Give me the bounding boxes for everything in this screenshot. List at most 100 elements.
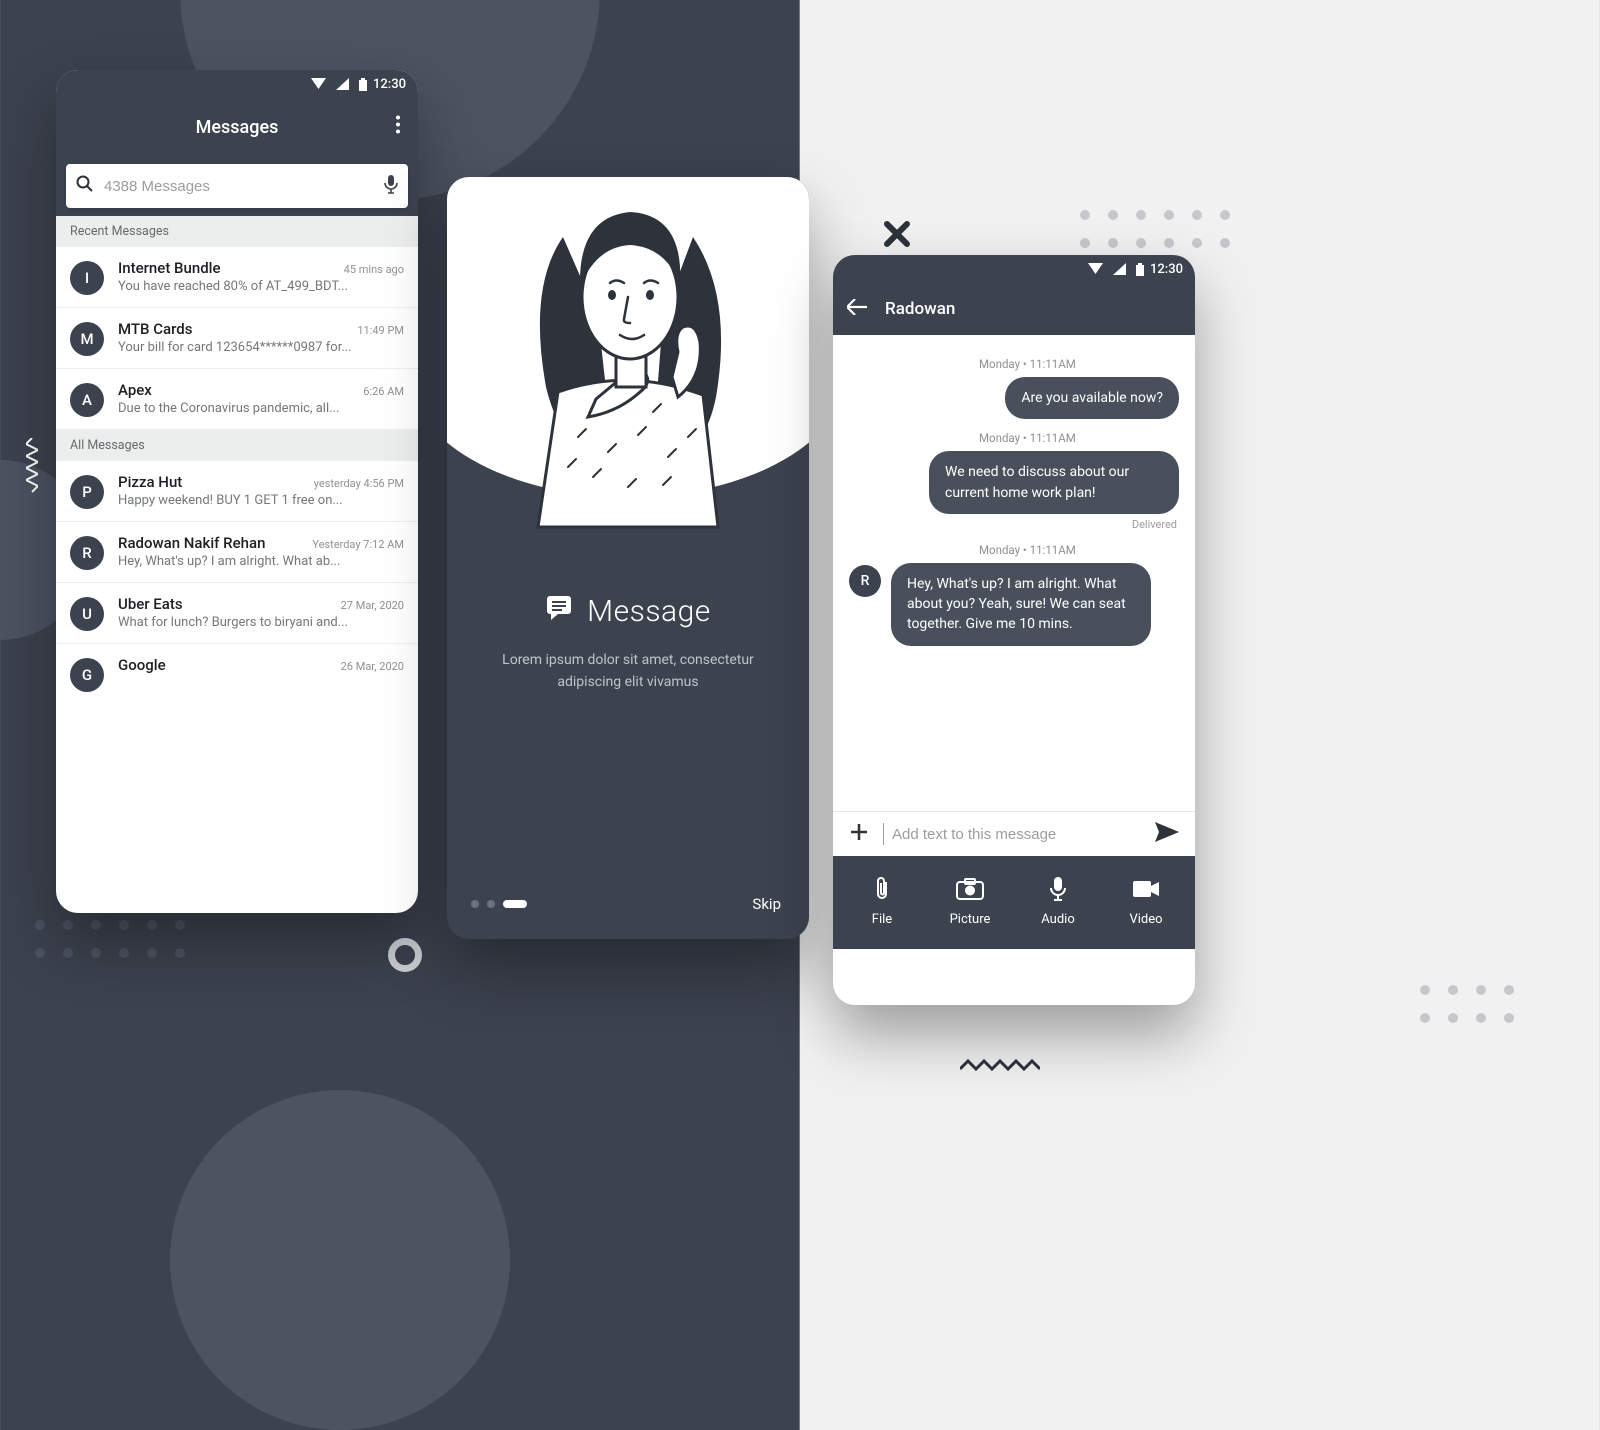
search-input[interactable] (104, 178, 374, 195)
onboarding-text: Message Lorem ipsum dolor sit amet, cons… (447, 593, 809, 694)
message-row[interactable]: U Uber Eats27 Mar, 2020 What for lunch? … (56, 583, 418, 644)
sender-name: Apex (118, 381, 152, 399)
sender-name: Internet Bundle (118, 259, 221, 277)
sender-name: MTB Cards (118, 320, 192, 338)
list-header: Messages (56, 98, 418, 156)
message-row[interactable]: R Radowan Nakif Rehan Yesterday 7:12 AM H… (56, 522, 418, 583)
timestamp: Monday • 11:11AM (849, 543, 1179, 557)
message-time: 27 Mar, 2020 (341, 599, 404, 612)
deco-dots-dark (35, 920, 185, 958)
all-section-label: All Messages (56, 430, 418, 461)
wifi-icon (1084, 262, 1103, 277)
message-time: 6:26 AM (363, 385, 404, 398)
sender-name: Pizza Hut (118, 473, 182, 491)
onboarding-subtitle: Lorem ipsum dolor sit amet, consectetur … (483, 649, 773, 694)
search-icon (76, 175, 94, 197)
send-button[interactable] (1155, 822, 1179, 846)
deco-cross-icon (883, 220, 911, 252)
message-row[interactable]: G Google 26 Mar, 2020 (56, 644, 418, 704)
conversation-screen: 12:30 Radowan Monday • 11:11AM Are you a… (833, 255, 1195, 1005)
add-attachment-button[interactable] (849, 822, 869, 846)
chat-contact-name: Radowan (885, 299, 955, 319)
skip-button[interactable]: Skip (748, 889, 785, 919)
compose-input[interactable] (883, 823, 1141, 845)
message-preview: Due to the Coronavirus pandemic, all... (118, 401, 404, 416)
message-row[interactable]: M MTB Cards 11:49 PM Your bill for card 1… (56, 308, 418, 369)
battery-icon (355, 77, 367, 92)
paperclip-icon (873, 876, 891, 902)
mic-icon[interactable] (384, 174, 398, 198)
wifi-icon (307, 77, 326, 92)
compose-bar (833, 811, 1195, 856)
avatar: G (70, 658, 104, 692)
avatar: P (70, 475, 104, 509)
attach-picture-button[interactable]: Picture (929, 876, 1011, 927)
sender-name: Radowan Nakif Rehan (118, 534, 265, 552)
attach-file-label: File (872, 912, 892, 927)
hero-illustration (447, 177, 809, 497)
avatar: U (70, 597, 104, 631)
mic-icon (1049, 876, 1067, 902)
cellular-icon (332, 77, 349, 92)
camera-icon (956, 876, 984, 902)
recent-messages-list: I Internet Bundle 45 mins ago You have re… (56, 247, 418, 430)
avatar: A (70, 383, 104, 417)
deco-zigzag-left (26, 438, 38, 498)
deco-dots-light-tr (1080, 210, 1230, 248)
chat-header: Radowan (833, 283, 1195, 335)
all-messages-list: P Pizza Hutyesterday 4:56 PM Happy weeke… (56, 461, 418, 704)
incoming-bubble: Hey, What's up? I am alright. What about… (891, 563, 1151, 646)
onboarding-screen: Message Lorem ipsum dolor sit amet, cons… (447, 177, 809, 939)
search-container (56, 156, 418, 216)
recent-section-label: Recent Messages (56, 216, 418, 247)
message-time: 45 mins ago (344, 263, 404, 276)
status-bar: 12:30 (56, 70, 418, 98)
avatar: R (849, 565, 881, 597)
chat-body: Monday • 11:11AM Are you available now? … (833, 335, 1195, 811)
status-time: 12:30 (1150, 262, 1183, 277)
pager-dot-active[interactable] (503, 900, 527, 908)
message-preview: Happy weekend! BUY 1 GET 1 free on... (118, 493, 404, 508)
timestamp: Monday • 11:11AM (849, 431, 1179, 445)
avatar: I (70, 261, 104, 295)
battery-icon (1132, 262, 1144, 277)
deco-circle-bottom (170, 1090, 510, 1430)
message-row[interactable]: A Apex 6:26 AM Due to the Coronavirus pan… (56, 369, 418, 430)
sender-name: Uber Eats (118, 595, 183, 613)
onboarding-title: Message (587, 594, 711, 629)
messages-list-screen: 12:30 Messages Recent Messages I Interne… (56, 70, 418, 913)
attach-file-button[interactable]: File (841, 876, 923, 927)
attach-audio-button[interactable]: Audio (1017, 876, 1099, 927)
attach-video-button[interactable]: Video (1105, 876, 1187, 927)
search-box[interactable] (66, 164, 408, 208)
avatar: M (70, 322, 104, 356)
attach-picture-label: Picture (950, 912, 991, 927)
message-time: 11:49 PM (357, 324, 404, 337)
deco-zigzag-bottom (960, 1058, 1040, 1077)
more-options-button[interactable] (388, 108, 408, 147)
deco-dots-light-br (1420, 985, 1514, 1023)
page-title: Messages (196, 117, 279, 138)
back-button[interactable] (847, 299, 867, 320)
pager-dot-2[interactable] (487, 900, 495, 908)
message-preview: Hey, What's up? I am alright. What ab... (118, 554, 404, 569)
timestamp: Monday • 11:11AM (849, 357, 1179, 371)
avatar: R (70, 536, 104, 570)
pager[interactable] (471, 900, 527, 908)
attachment-bar: File Picture Audio Video (833, 856, 1195, 949)
message-row[interactable]: P Pizza Hutyesterday 4:56 PM Happy weeke… (56, 461, 418, 522)
status-bar: 12:30 (833, 255, 1195, 283)
video-icon (1132, 876, 1160, 902)
sender-name: Google (118, 656, 166, 674)
attach-video-label: Video (1129, 912, 1162, 927)
message-row[interactable]: I Internet Bundle 45 mins ago You have re… (56, 247, 418, 308)
message-time: Yesterday 7:12 AM (312, 538, 404, 551)
pager-dot-1[interactable] (471, 900, 479, 908)
attach-audio-label: Audio (1041, 912, 1074, 927)
message-preview: Your bill for card 123654******0987 for.… (118, 340, 404, 355)
message-time: 26 Mar, 2020 (341, 660, 404, 673)
message-preview: You have reached 80% of AT_499_BDT... (118, 279, 404, 294)
delivered-label: Delivered (849, 518, 1177, 531)
deco-ring (388, 938, 422, 972)
outgoing-bubble: Are you available now? (1005, 377, 1179, 419)
